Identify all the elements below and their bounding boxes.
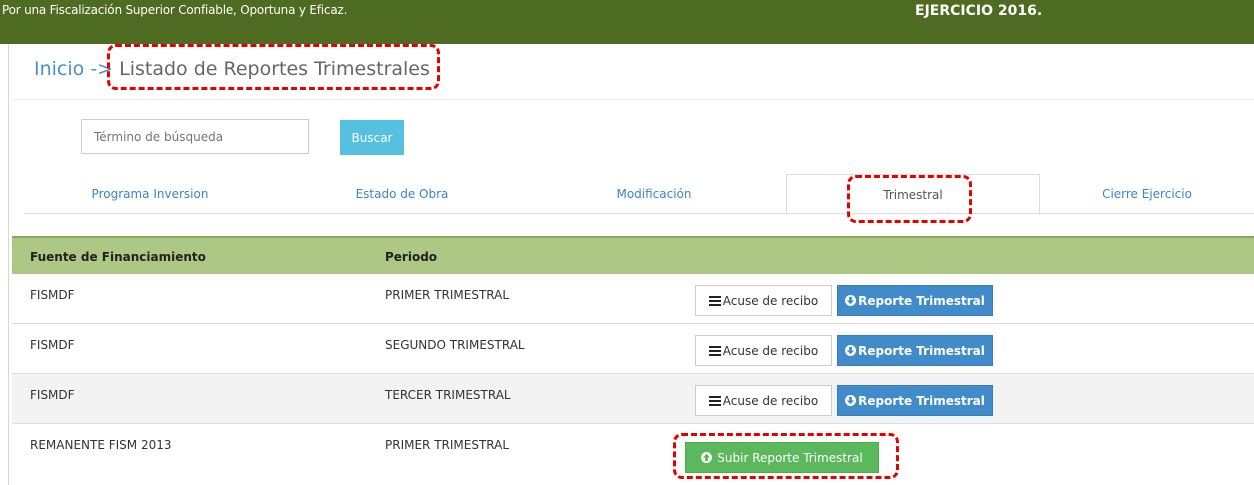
reporte-trimestral-button[interactable]: Reporte Trimestral (837, 385, 993, 416)
cell-periodo: SEGUNDO TRIMESTRAL (385, 338, 525, 352)
reporte-label: Reporte Trimestral (858, 293, 985, 308)
table-row: REMANENTE FISM 2013 PRIMER TRIMESTRAL (12, 424, 1254, 485)
circle-arrow-up-icon (701, 452, 713, 463)
column-header-fuente: Fuente de Financiamiento (30, 250, 206, 264)
cell-periodo: PRIMER TRIMESTRAL (385, 288, 510, 302)
table-row: FISMDF TERCER TRIMESTRAL Acuse de recibo… (12, 374, 1254, 424)
left-border (8, 44, 9, 485)
cell-periodo: TERCER TRIMESTRAL (385, 388, 511, 402)
table-row: FISMDF PRIMER TRIMESTRAL Acuse de recibo… (12, 274, 1254, 324)
acuse-de-recibo-button[interactable]: Acuse de recibo (695, 285, 832, 316)
cell-periodo: PRIMER TRIMESTRAL (385, 438, 510, 452)
acuse-label: Acuse de recibo (722, 393, 819, 408)
divider (12, 99, 1254, 100)
acuse-de-recibo-button[interactable]: Acuse de recibo (695, 335, 832, 366)
acuse-label: Acuse de recibo (722, 293, 819, 308)
motto-text: Por una Fiscalización Superior Confiable… (2, 3, 348, 17)
tab-programa-inversion[interactable]: Programa Inversion (24, 174, 276, 214)
list-icon (708, 295, 721, 306)
list-icon (708, 345, 721, 356)
circle-arrow-down-icon (845, 295, 857, 306)
table-row: FISMDF SEGUNDO TRIMESTRAL Acuse de recib… (12, 324, 1254, 374)
cell-fuente: REMANENTE FISM 2013 (30, 438, 172, 452)
breadcrumb-current: Listado de Reportes Trimestrales (119, 58, 430, 80)
breadcrumb-separator: -> (84, 58, 120, 80)
cell-fuente: FISMDF (30, 388, 75, 402)
top-header-bar: Por una Fiscalización Superior Confiable… (0, 0, 1254, 44)
tab-bar-underline (24, 213, 1254, 214)
list-icon (708, 395, 721, 406)
column-header-periodo: Periodo (385, 250, 438, 264)
circle-arrow-down-icon (845, 345, 857, 356)
acuse-de-recibo-button[interactable]: Acuse de recibo (695, 385, 832, 416)
reporte-trimestral-button[interactable]: Reporte Trimestral (837, 285, 993, 316)
reporte-trimestral-button[interactable]: Reporte Trimestral (837, 335, 993, 366)
tab-cierre-ejercicio[interactable]: Cierre Ejercicio (1040, 174, 1254, 214)
search-button[interactable]: Buscar (340, 120, 404, 155)
subir-reporte-trimestral-button[interactable]: Subir Reporte Trimestral (685, 442, 879, 473)
table-header: Fuente de Financiamiento Periodo (12, 236, 1254, 274)
breadcrumb: Inicio -> Listado de Reportes Trimestral… (34, 58, 430, 80)
tab-trimestral[interactable]: Trimestral (786, 174, 1040, 215)
tab-estado-de-obra[interactable]: Estado de Obra (276, 174, 528, 214)
tab-modificacion[interactable]: Modificación (528, 174, 780, 214)
subir-label: Subir Reporte Trimestral (717, 450, 863, 465)
cell-fuente: FISMDF (30, 288, 75, 302)
acuse-label: Acuse de recibo (722, 343, 819, 358)
cell-fuente: FISMDF (30, 338, 75, 352)
reporte-label: Reporte Trimestral (858, 393, 985, 408)
circle-arrow-down-icon (845, 395, 857, 406)
ejercicio-label: EJERCICIO 2016. (915, 3, 1043, 19)
reporte-label: Reporte Trimestral (858, 343, 985, 358)
search-input[interactable] (81, 119, 309, 154)
breadcrumb-home-link[interactable]: Inicio (34, 58, 84, 80)
tab-bar: Programa Inversion Estado de Obra Modifi… (24, 174, 1254, 215)
